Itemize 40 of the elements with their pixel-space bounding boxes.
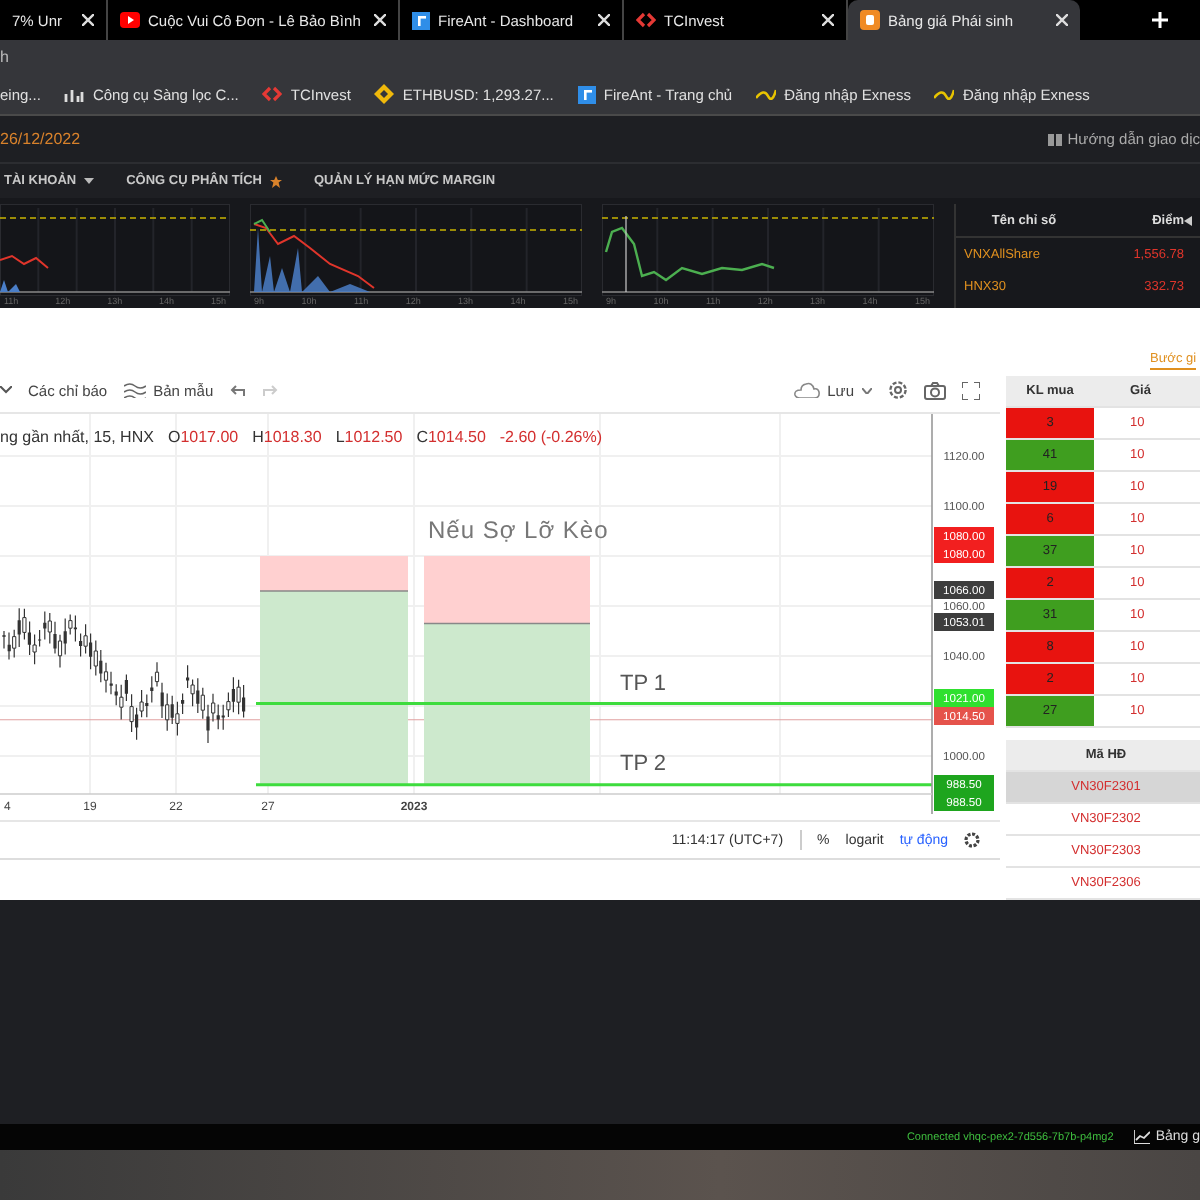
settings-icon[interactable] — [888, 380, 908, 400]
line-chart-icon — [1133, 1130, 1150, 1144]
target-label[interactable]: TP 1 — [620, 672, 667, 696]
chart-annotation[interactable]: Nếu Sợ Lỡ Kèo — [428, 516, 609, 544]
swoosh-icon — [934, 88, 955, 100]
undo-icon[interactable] — [229, 384, 246, 396]
cloud-icon — [793, 382, 820, 398]
caret-icon — [84, 178, 95, 184]
close-icon[interactable] — [598, 14, 610, 26]
settings-icon[interactable] — [964, 832, 980, 848]
target-label[interactable]: TP 2 — [620, 752, 667, 776]
caret-icon[interactable] — [0, 386, 12, 394]
wave-lines-icon — [123, 382, 146, 398]
ohlc-value: O1017.00 — [167, 428, 239, 446]
symbol-label: ng gần nhất, 15, HNX — [0, 428, 154, 446]
close-icon[interactable] — [822, 14, 834, 26]
video-play-icon — [120, 12, 140, 28]
camera-icon[interactable] — [924, 381, 946, 399]
date-text: 26/12/2022 — [0, 130, 81, 148]
address-text[interactable]: h — [0, 48, 9, 66]
diamond-icon — [374, 84, 395, 104]
caret-icon — [862, 387, 872, 393]
ohlc-value: H1018.30 — [252, 428, 322, 446]
code-brackets-icon — [262, 86, 283, 102]
ohlc-value: L1012.50 — [335, 428, 403, 446]
bar-chart-icon — [64, 87, 85, 101]
code-brackets-icon — [636, 12, 656, 28]
close-icon[interactable] — [374, 14, 386, 26]
ohlc-value: C1014.50 — [416, 428, 486, 446]
swoosh-icon — [756, 88, 777, 100]
price-change: -2.60 (-0.26%) — [499, 428, 603, 446]
star-icon — [270, 175, 282, 187]
square-icon — [577, 85, 596, 103]
close-icon[interactable] — [82, 14, 94, 26]
square-icon — [860, 10, 880, 30]
close-icon[interactable] — [1056, 14, 1068, 26]
caret-icon[interactable] — [1184, 215, 1192, 225]
square-icon — [412, 11, 430, 29]
fullscreen-icon[interactable] — [962, 381, 980, 399]
plus-icon[interactable] — [1152, 12, 1168, 28]
